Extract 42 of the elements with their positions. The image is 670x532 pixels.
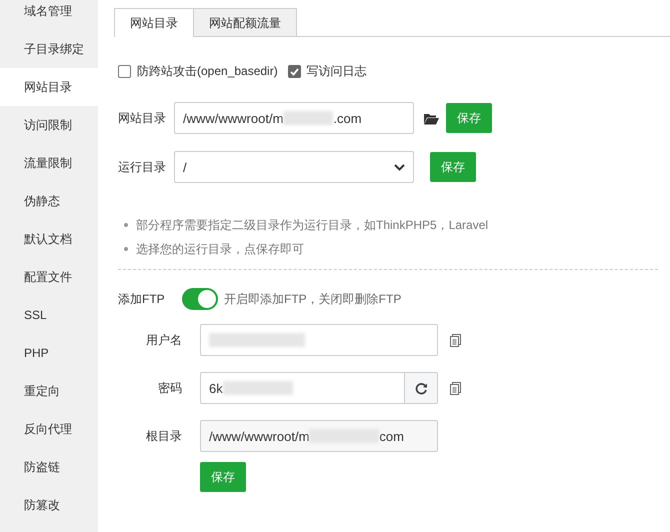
sidebar-item[interactable]: 配置文件 (0, 258, 98, 296)
input-field[interactable] (200, 324, 438, 356)
field-label: 添加FTP (118, 290, 166, 308)
checkbox-label: 防跨站攻击(open_basedir) (137, 63, 278, 80)
sidebar-item[interactable]: SSL (0, 296, 98, 334)
sidebar-item[interactable]: 流量限制 (0, 144, 98, 182)
checkbox[interactable] (118, 65, 131, 78)
field-label: 网站目录 (118, 110, 167, 126)
input-field[interactable]: /www/wwwroot/m .com (174, 102, 414, 134)
input-field[interactable]: /www/wwwroot/m com (200, 420, 438, 452)
copy-icon[interactable] (450, 334, 461, 346)
tip-text: 选择您的运行目录，点保存即可 (136, 240, 304, 258)
sidebar-item[interactable]: 防盗链 (0, 448, 98, 486)
field-label: 密码 (157, 380, 183, 396)
field-label: 用户名 (145, 332, 183, 348)
password-field[interactable]: 6k (200, 372, 438, 404)
bullet-icon (124, 247, 128, 251)
field-label: 运行目录 (118, 158, 167, 176)
tip-text: 部分程序需要指定二级目录作为运行目录，如ThinkPHP5，Laravel (136, 216, 488, 234)
bullet-icon (124, 223, 128, 227)
folder-icon[interactable] (423, 112, 439, 124)
hint-text: 开启即添加FTP，关闭即删除FTP (224, 290, 402, 308)
sidebar-item[interactable]: 重定向 (0, 372, 98, 410)
sidebar-item[interactable]: 子目录绑定 (0, 30, 98, 68)
checkbox[interactable] (288, 65, 301, 78)
sidebar-item[interactable]: 访问限制 (0, 106, 98, 144)
chevron-icon (394, 164, 405, 170)
sidebar-item[interactable]: PHP (0, 334, 98, 372)
tab[interactable]: 网站配额流量 (194, 8, 297, 36)
refresh-icon (414, 382, 428, 394)
tab[interactable]: 网站目录 (114, 8, 194, 37)
dropdown[interactable]: / (174, 151, 414, 183)
sidebar-item[interactable]: 默认文档 (0, 220, 98, 258)
checkbox-label: 写访问日志 (306, 63, 367, 80)
sidebar-item[interactable]: 网站目录 (0, 68, 98, 106)
sidebar-item[interactable]: 伪静态 (0, 182, 98, 220)
toggle-switch[interactable] (182, 288, 218, 310)
sidebar-item[interactable]: 防篡改 (0, 486, 98, 524)
sidebar-item[interactable]: 域名管理 (0, 0, 98, 30)
field-label: 根目录 (145, 428, 183, 444)
copy-icon[interactable] (450, 382, 461, 394)
sidebar-item[interactable]: 反向代理 (0, 410, 98, 448)
